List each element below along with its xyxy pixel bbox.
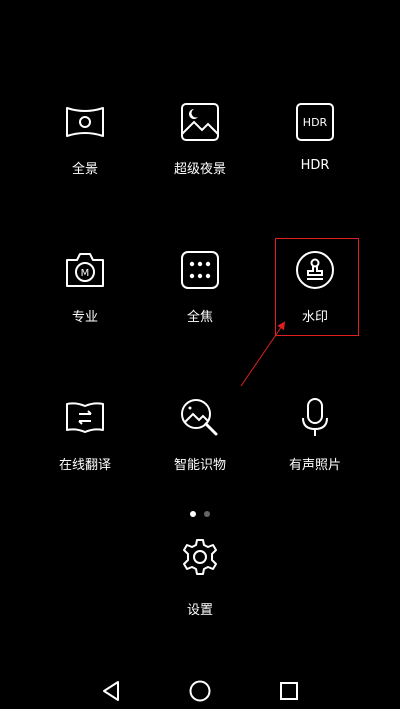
mode-label: 在线翻译 [58, 458, 111, 473]
mode-hdr[interactable]: HDR HDR [255, 100, 375, 210]
pro-camera-icon: M [63, 248, 107, 292]
mode-label: 超级夜景 [173, 162, 226, 177]
mode-online-translate[interactable]: 在线翻译 [25, 396, 145, 506]
mode-label: 水印 [301, 310, 328, 325]
page-indicator [186, 511, 214, 519]
home-circle-icon[interactable] [188, 679, 212, 703]
mode-label: 有声照片 [288, 458, 341, 473]
back-triangle-icon[interactable] [99, 679, 123, 703]
page-dot-active [190, 511, 196, 517]
mode-label: 全景 [71, 162, 98, 177]
smart-recognition-icon [178, 396, 222, 440]
page-dot-inactive[interactable] [204, 511, 210, 517]
mode-panorama[interactable]: 全景 [25, 100, 145, 210]
translate-book-icon [63, 396, 107, 440]
hdr-icon: HDR [293, 100, 337, 144]
svg-text:M: M [81, 268, 90, 279]
mode-label: 专业 [71, 310, 98, 325]
gear-icon [180, 537, 220, 577]
microphone-icon [293, 396, 337, 440]
system-navigation-bar [0, 665, 400, 709]
settings-label: 设置 [186, 603, 213, 618]
mode-label: 全焦 [186, 310, 213, 325]
mode-watermark[interactable]: 水印 [255, 248, 375, 358]
mode-label: HDR [300, 158, 330, 173]
all-focus-icon [178, 248, 222, 292]
panorama-icon [63, 100, 107, 144]
mode-pro[interactable]: M 专业 [25, 248, 145, 358]
mode-label: 智能识物 [173, 458, 226, 473]
mode-all-focus[interactable]: 全焦 [140, 248, 260, 358]
mode-audio-photo[interactable]: 有声照片 [255, 396, 375, 506]
night-mode-icon [178, 100, 222, 144]
mode-super-night[interactable]: 超级夜景 [140, 100, 260, 210]
svg-text:HDR: HDR [303, 116, 328, 129]
mode-smart-recognition[interactable]: 智能识物 [140, 396, 260, 506]
recents-square-icon[interactable] [277, 679, 301, 703]
watermark-stamp-icon [293, 248, 337, 292]
settings-button[interactable]: 设置 [140, 537, 260, 627]
